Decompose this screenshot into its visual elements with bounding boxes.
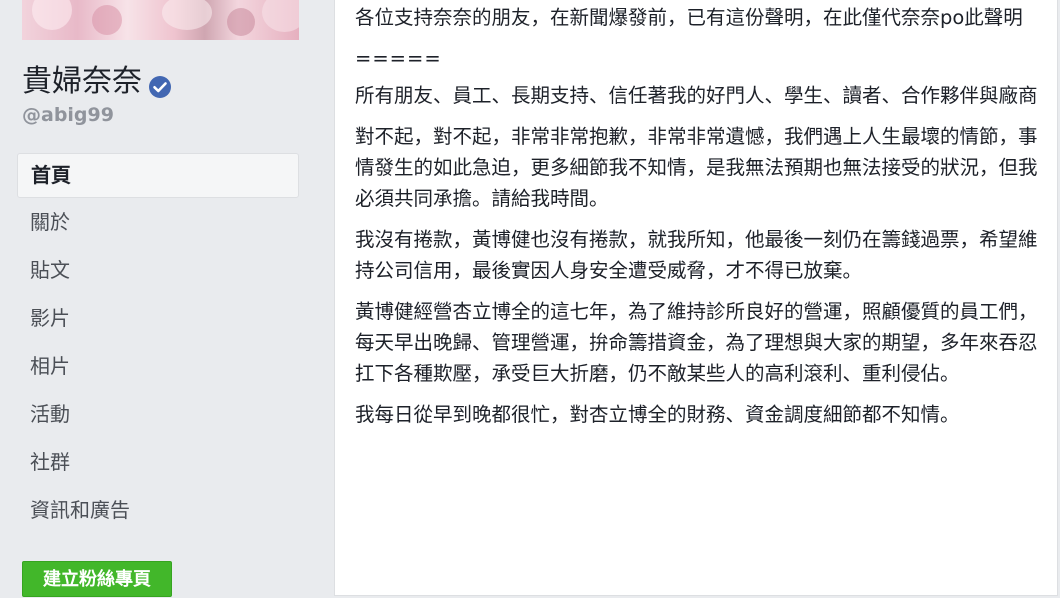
page-nav: 首頁 關於 貼文 影片 相片 活動 社群 資訊和廣告 [17,153,299,534]
nav-item-posts[interactable]: 貼文 [17,246,299,294]
post-paragraph: 所有朋友、員工、長期支持、信任著我的好門人、學生、讀者、合作夥伴與廠商 [355,84,1038,107]
nav-item-events[interactable]: 活動 [17,390,299,438]
nav-item-photos[interactable]: 相片 [17,342,299,390]
post-card: 各位支持奈奈的朋友，在新聞爆發前，已有這份聲明，在此僅代奈奈po此聲明 ====… [334,0,1058,596]
page-name-text[interactable]: 貴婦奈奈 [22,62,142,102]
post-paragraph: 各位支持奈奈的朋友，在新聞爆發前，已有這份聲明，在此僅代奈奈po此聲明 [355,6,1023,29]
page-sidebar: 貴婦奈奈 @abig99 首頁 關於 貼文 影片 相片 活動 社群 資訊和廣告 … [0,0,316,597]
page-name[interactable]: 貴婦奈奈 [22,62,172,102]
nav-item-videos[interactable]: 影片 [17,294,299,342]
post-divider: ===== [355,47,442,70]
cover-photo[interactable] [22,0,299,40]
verified-badge-icon [148,70,172,98]
create-page-button[interactable]: 建立粉絲專頁 [22,561,172,597]
nav-item-info-and-ads[interactable]: 資訊和廣告 [17,486,299,534]
post-body: 各位支持奈奈的朋友，在新聞爆發前，已有這份聲明，在此僅代奈奈po此聲明 ====… [355,2,1045,440]
nav-item-about[interactable]: 關於 [17,198,299,246]
nav-item-home[interactable]: 首頁 [17,153,299,198]
page-handle: @abig99 [22,104,114,126]
post-paragraph: 對不起，對不起，非常非常抱歉，非常非常遺憾，我們遇上人生最壞的情節，事情發生的如… [355,125,1038,210]
nav-item-community[interactable]: 社群 [17,438,299,486]
post-paragraph: 黃博健經營杏立博全的這七年，為了維持診所良好的營運，照顧優質的員工們，每天早出晚… [355,300,1038,385]
post-paragraph: 我沒有捲款，黃博健也沒有捲款，就我所知，他最後一刻仍在籌錢過票，希望維持公司信用… [355,228,1038,282]
post-paragraph: 我每日從早到晚都很忙，對杏立博全的財務、資金調度細節都不知情。 [355,403,960,426]
